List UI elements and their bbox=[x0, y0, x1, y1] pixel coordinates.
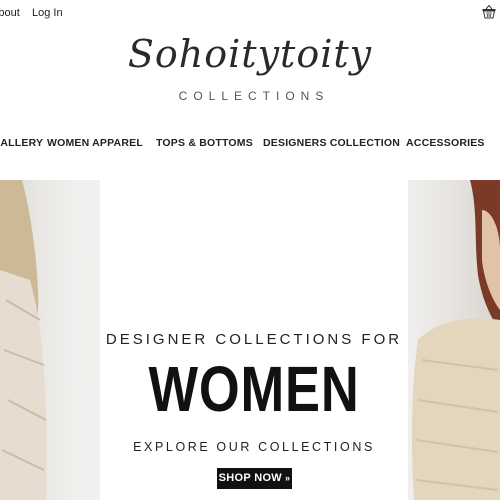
hero-headline: WOMEN bbox=[148, 353, 360, 425]
nav-item-gallery[interactable]: GALLERY bbox=[0, 137, 43, 149]
logo-subtitle: COLLECTIONS bbox=[178, 89, 330, 103]
about-link[interactable]: About bbox=[0, 7, 20, 19]
nav-item-designers-collection[interactable]: DESIGNERS COLLECTION bbox=[263, 137, 400, 149]
nav-item-accessories[interactable]: ACCESSORIES bbox=[406, 137, 485, 149]
main-nav: GALLERY WOMEN APPAREL TOPS & BOTTOMS DES… bbox=[0, 134, 500, 154]
hero-text-block: DESIGNER COLLECTIONS FOR WOMEN EXPLORE O… bbox=[100, 180, 408, 500]
site-logo[interactable]: Sohoitytoity COLLECTIONS bbox=[0, 26, 500, 110]
nav-item-tops-bottoms[interactable]: TOPS & BOTTOMS bbox=[156, 137, 253, 149]
basket-icon[interactable] bbox=[482, 4, 496, 19]
hero-model-right-image bbox=[408, 180, 500, 500]
double-chevron-right-icon: » bbox=[285, 473, 291, 483]
logo-script-text: Sohoitytoity bbox=[127, 32, 373, 76]
top-bar: About Log In bbox=[0, 0, 500, 26]
shop-now-label: SHOP NOW bbox=[218, 472, 282, 484]
hero-subheadline: EXPLORE OUR COLLECTIONS bbox=[133, 440, 375, 454]
hero-banner[interactable]: DESIGNER COLLECTIONS FOR WOMEN EXPLORE O… bbox=[0, 180, 500, 500]
login-link[interactable]: Log In bbox=[32, 7, 63, 19]
shop-now-button[interactable]: SHOP NOW» bbox=[217, 468, 292, 489]
hero-model-left-image bbox=[0, 180, 100, 500]
hero-kicker: DESIGNER COLLECTIONS FOR bbox=[105, 331, 403, 348]
nav-item-women-apparel[interactable]: WOMEN APPAREL bbox=[47, 137, 143, 149]
